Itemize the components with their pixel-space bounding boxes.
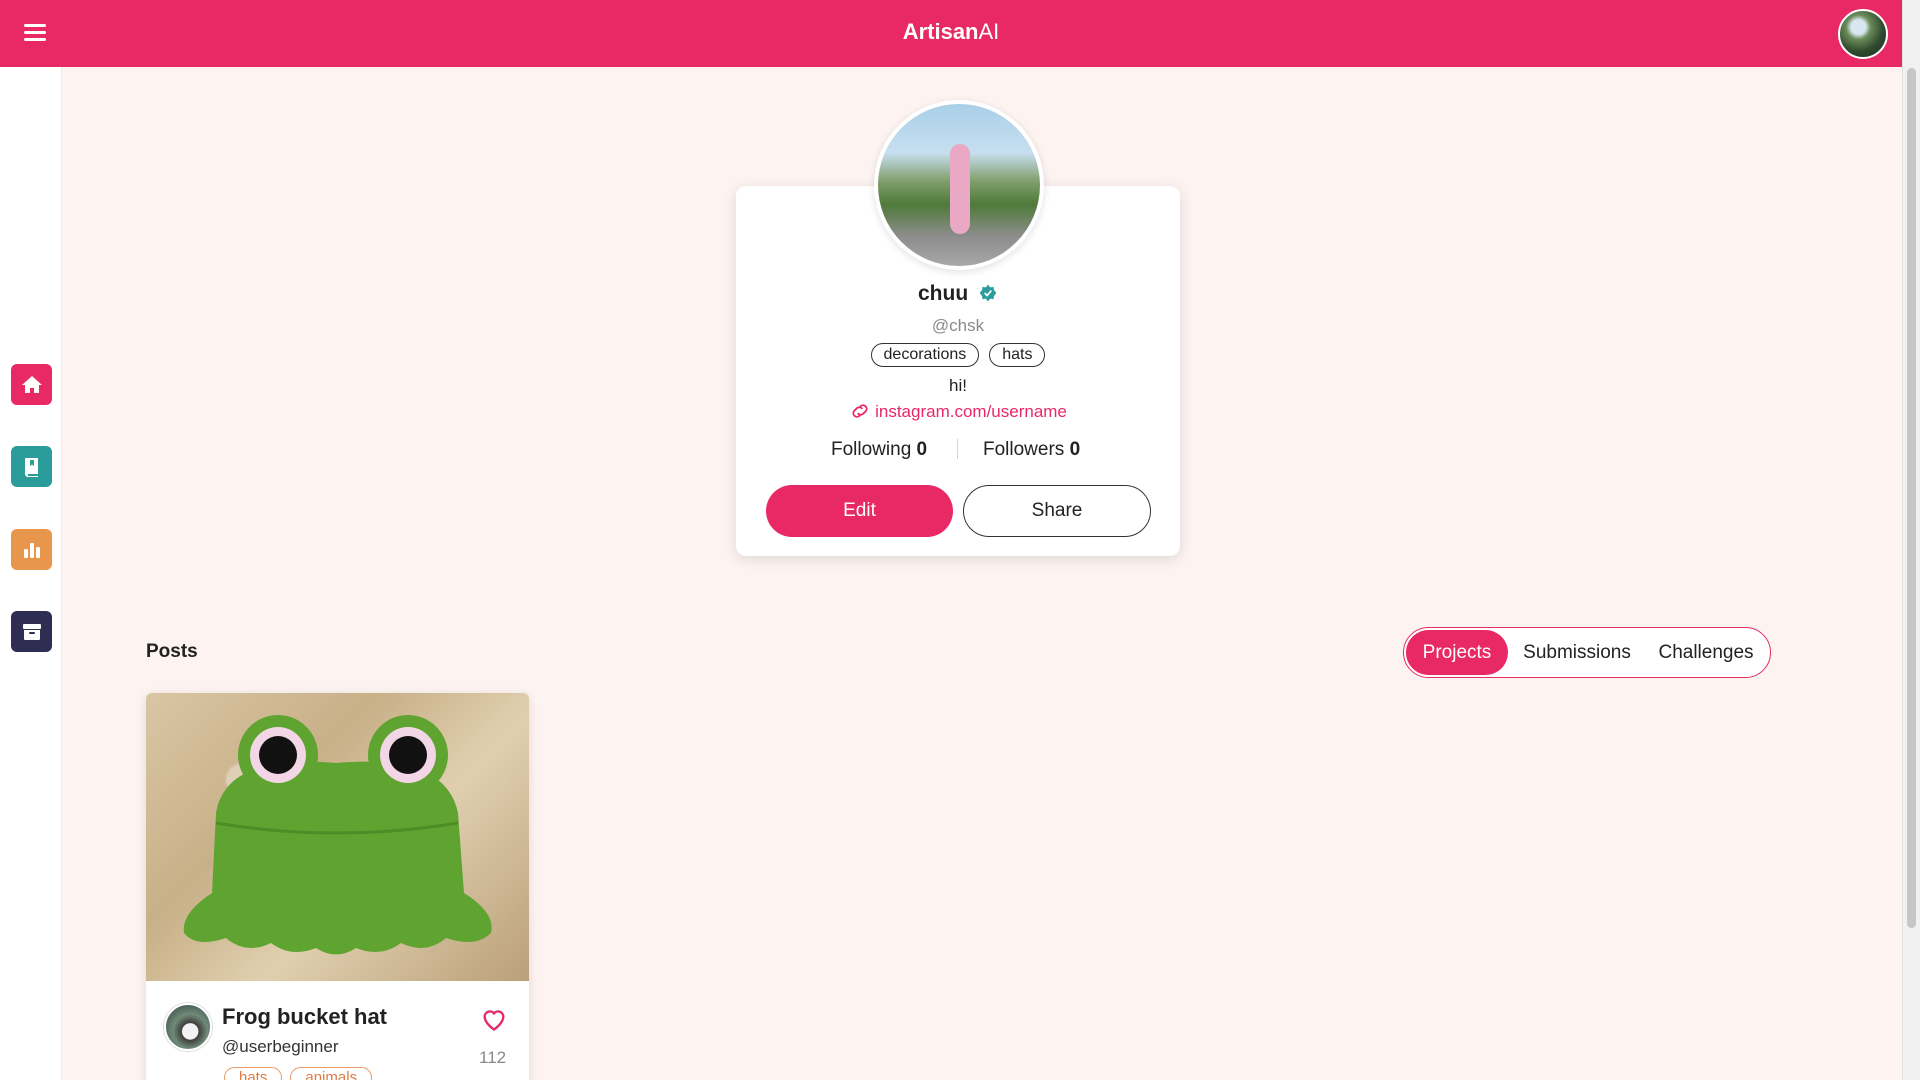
tab-submissions[interactable]: Submissions (1508, 630, 1646, 675)
post-image[interactable] (146, 693, 529, 981)
bar-chart-icon (23, 542, 40, 558)
heart-icon[interactable] (480, 1006, 508, 1032)
edit-profile-button[interactable]: Edit (766, 485, 953, 537)
home-icon (21, 375, 42, 393)
profile-link[interactable]: instagram.com/username (736, 402, 1180, 422)
profile-tag[interactable]: decorations (870, 343, 980, 367)
followers-count: 0 (1069, 439, 1081, 460)
sidebar-item-stats[interactable] (11, 529, 52, 570)
post-card[interactable]: Frog bucket hat @userbeginner hats anima… (146, 693, 529, 1080)
sidebar-item-home[interactable] (11, 364, 52, 405)
page-scrollbar[interactable] (1902, 0, 1920, 1080)
verified-badge-icon (979, 284, 997, 302)
like-count: 112 (479, 1048, 507, 1067)
stats-divider (957, 439, 958, 459)
post-tag[interactable]: animals (290, 1067, 373, 1080)
book-icon (24, 457, 38, 477)
posts-tab-switcher: Projects Submissions Challenges (1403, 627, 1771, 678)
post-tags: hats animals (224, 1067, 380, 1080)
user-avatar[interactable] (1838, 9, 1888, 59)
following-stat[interactable]: Following 0 (831, 439, 927, 461)
following-count: 0 (916, 439, 928, 460)
profile-stats: Following 0 Followers 0 (736, 439, 1180, 463)
profile-handle: @chsk (931, 316, 985, 335)
tab-challenges[interactable]: Challenges (1646, 630, 1766, 675)
brand-light: AI (978, 19, 1000, 44)
app-title: ArtisanAI (0, 19, 1902, 45)
sidebar (0, 67, 62, 1080)
profile-tag[interactable]: hats (989, 343, 1046, 367)
archive-icon (22, 623, 41, 640)
top-app-bar: ArtisanAI (0, 0, 1902, 67)
post-author-handle[interactable]: @userbeginner (222, 1037, 339, 1057)
profile-avatar[interactable] (874, 100, 1044, 270)
post-title[interactable]: Frog bucket hat (222, 1004, 387, 1030)
scrollbar-thumb[interactable] (1907, 68, 1916, 928)
frog-hat-illustration (183, 715, 492, 955)
profile-tags: decorations hats (736, 343, 1180, 367)
post-author-avatar[interactable] (164, 1003, 212, 1051)
sidebar-item-learn[interactable] (11, 446, 52, 487)
post-tag[interactable]: hats (224, 1067, 283, 1080)
profile-name: chuu (917, 282, 969, 305)
followers-stat[interactable]: Followers 0 (983, 439, 1080, 461)
brand-bold: Artisan (902, 19, 979, 44)
link-icon (852, 404, 868, 418)
share-profile-button[interactable]: Share (963, 485, 1151, 537)
profile-bio: hi! (949, 376, 967, 395)
posts-heading: Posts (146, 641, 198, 662)
profile-name-row: chuu (736, 282, 1180, 306)
sidebar-item-archive[interactable] (11, 611, 52, 652)
followers-label: Followers (983, 439, 1065, 460)
tab-projects[interactable]: Projects (1406, 630, 1508, 675)
profile-link-text: instagram.com/username (875, 402, 1067, 421)
following-label: Following (831, 439, 912, 460)
